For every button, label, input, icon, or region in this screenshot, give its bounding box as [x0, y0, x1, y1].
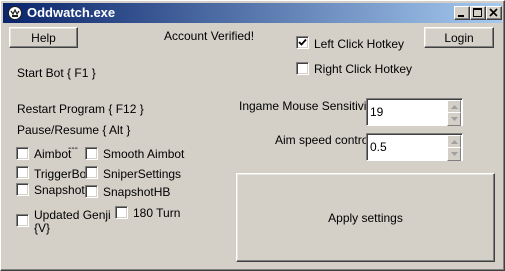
sensitivity-value[interactable]: 19 [370, 105, 383, 119]
triggerbot-label[interactable]: TriggerBot [34, 167, 90, 181]
sensitivity-spinbox[interactable]: 19 [366, 98, 463, 126]
window-title: Oddwatch.exe [27, 5, 116, 20]
snapshot-hb-checkbox[interactable] [85, 185, 98, 198]
snapshot-label[interactable]: Snapshot [34, 183, 85, 197]
pause-resume-text: Pause/Resume { Alt } [17, 123, 131, 137]
aimbot-suffix: --- [68, 143, 78, 154]
app-icon [7, 5, 23, 21]
maximize-button[interactable] [470, 6, 486, 20]
aim-speed-down-button[interactable] [447, 147, 461, 161]
sensitivity-label: Ingame Mouse Sensitivity [239, 99, 376, 113]
smooth-aimbot-label[interactable]: Smooth Aimbot [103, 147, 184, 161]
minimize-button[interactable] [454, 6, 470, 20]
arrow-down-icon [451, 117, 458, 121]
arrow-down-icon [451, 152, 458, 156]
right-click-hotkey-checkbox[interactable] [296, 62, 309, 75]
help-button[interactable]: Help [9, 27, 78, 48]
aim-speed-spinbox[interactable]: 0.5 [366, 133, 463, 161]
arrow-up-icon [451, 140, 458, 144]
maximize-icon [473, 8, 482, 17]
aim-speed-label: Aim speed control [275, 133, 372, 147]
start-bot-text: Start Bot { F1 } [17, 66, 96, 80]
left-click-hotkey-checkbox[interactable] [296, 36, 309, 49]
restart-program-text: Restart Program { F12 } [17, 102, 144, 116]
sensitivity-spin-buttons [447, 100, 461, 126]
updated-genji-checkbox[interactable] [16, 214, 29, 227]
aim-speed-spin-buttons [447, 135, 461, 161]
aim-speed-value[interactable]: 0.5 [370, 140, 387, 154]
snapshot-hb-label[interactable]: SnapshotHB [103, 185, 170, 199]
sniper-settings-checkbox[interactable] [85, 166, 98, 179]
minimize-icon [458, 15, 464, 17]
apply-settings-button[interactable]: Apply settings [236, 173, 495, 262]
title-bar[interactable]: Oddwatch.exe [3, 3, 502, 23]
account-status-text: Account Verified! [164, 29, 255, 43]
aimbot-label[interactable]: Aimbot [34, 147, 71, 161]
triggerbot-checkbox[interactable] [16, 166, 29, 179]
app-window: Oddwatch.exe Help Account Verified! Left… [0, 0, 505, 271]
smooth-aimbot-checkbox[interactable] [85, 147, 98, 160]
updated-genji-key-label[interactable]: {V} [34, 221, 50, 235]
login-button[interactable]: Login [424, 27, 494, 48]
left-click-hotkey-label[interactable]: Left Click Hotkey [314, 37, 404, 51]
arrow-up-icon [451, 105, 458, 109]
snapshot-checkbox[interactable] [16, 183, 29, 196]
close-button[interactable] [486, 6, 502, 20]
sensitivity-down-button[interactable] [447, 112, 461, 126]
sniper-settings-label[interactable]: SniperSettings [103, 167, 181, 181]
right-click-hotkey-label[interactable]: Right Click Hotkey [314, 62, 412, 76]
close-icon [489, 8, 498, 17]
turn-180-checkbox[interactable] [115, 206, 128, 219]
turn-180-label[interactable]: 180 Turn [133, 206, 180, 220]
aimbot-checkbox[interactable] [16, 147, 29, 160]
checkmark-icon [298, 38, 307, 46]
updated-genji-label[interactable]: Updated Genji [34, 208, 111, 222]
